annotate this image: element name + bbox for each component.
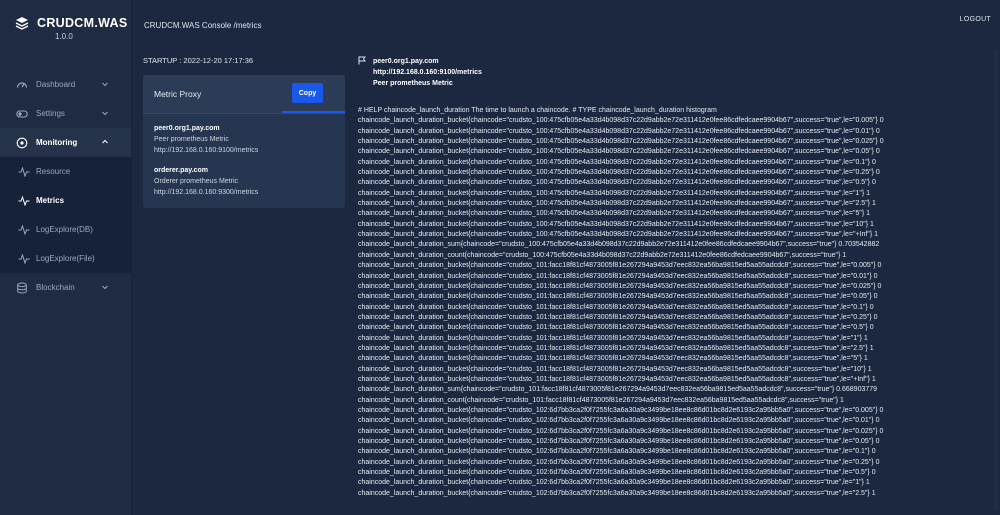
layers-icon [15, 17, 29, 30]
proxy-entry-desc: Orderer prometheus Metric [154, 178, 239, 185]
metric-line: chaincode_launch_duration_bucket{chainco… [358, 200, 876, 208]
proxy-entry-name: orderer.pay.com [154, 167, 208, 174]
proxy-card-header: Metric Proxy Copy [143, 75, 345, 114]
metric-line: chaincode_launch_duration_bucket{chainco… [358, 189, 871, 197]
sidebar-item-label: Settings [36, 109, 65, 118]
copy-button[interactable]: Copy [292, 83, 323, 103]
sub-item-label: LogExplore(File) [36, 254, 95, 263]
activity-icon [18, 195, 30, 206]
proxy-entry-url: http://192.168.0.160:9100/metrics [154, 147, 259, 154]
sidebar-item-blockchain[interactable]: Blockchain [0, 273, 131, 302]
chevron-down-icon [102, 285, 108, 290]
metrics-output: # HELP chaincode_launch_duration The tim… [358, 106, 988, 515]
chevron-down-icon [102, 82, 108, 87]
metric-line: chaincode_launch_duration_bucket{chainco… [358, 427, 884, 435]
metric-line: chaincode_launch_duration_bucket{chainco… [358, 355, 868, 363]
metric-proxy-card: Metric Proxy Copy peer0.org1.pay.com Pee… [143, 75, 345, 208]
activity-icon [18, 166, 30, 177]
sidebar-item-label: Blockchain [36, 283, 75, 292]
proxy-list: peer0.org1.pay.com Peer prometheus Metri… [154, 123, 339, 207]
metric-line: chaincode_launch_duration_bucket{chainco… [358, 262, 882, 270]
metric-line: chaincode_launch_duration_bucket{chainco… [358, 458, 880, 466]
metric-line: chaincode_launch_duration_bucket{chainco… [358, 365, 872, 373]
metric-line: chaincode_launch_duration_bucket{chainco… [358, 231, 878, 239]
sidebar-item-monitoring[interactable]: Monitoring [0, 128, 131, 157]
metric-line: chaincode_launch_duration_sum{chaincode=… [358, 241, 880, 249]
sidebar-item-settings[interactable]: Settings [0, 99, 131, 128]
proxy-entry-desc: Peer prometheus Metric [154, 136, 229, 143]
monitoring-submenu: Resource Metrics LogExplore(DB) LogExplo… [0, 157, 131, 273]
page-title: CRUDCM.WAS Console /metrics [144, 21, 262, 30]
metric-line: chaincode_launch_duration_bucket{chainco… [358, 303, 874, 311]
dashboard-icon [16, 81, 28, 88]
chevron-up-icon [102, 139, 108, 144]
activity-icon [18, 253, 30, 264]
sidebar: CRUDCM.WAS 1.0.0 Dashboard Settings Moni… [0, 0, 132, 515]
metric-line: chaincode_launch_duration_bucket{chainco… [358, 272, 878, 280]
metric-line: chaincode_launch_duration_bucket{chainco… [358, 469, 876, 477]
metric-line: chaincode_launch_duration_count{chaincod… [358, 396, 844, 404]
metric-line: chaincode_launch_duration_bucket{chainco… [358, 489, 876, 497]
metric-line: chaincode_launch_duration_bucket{chainco… [358, 169, 880, 177]
header: CRUDCM.WAS Console /metrics LOGOUT [132, 0, 1000, 40]
sidebar-nav: Dashboard Settings Monitoring Resource M… [0, 70, 131, 302]
metric-line: chaincode_launch_duration_bucket{chainco… [358, 117, 884, 125]
monitor-icon [16, 137, 28, 148]
metric-line: chaincode_launch_duration_bucket{chainco… [358, 448, 876, 456]
proxy-entry-peer[interactable]: peer0.org1.pay.com Peer prometheus Metri… [154, 123, 339, 156]
metric-line: chaincode_launch_duration_bucket{chainco… [358, 148, 880, 156]
sub-item-label: LogExplore(DB) [36, 225, 93, 234]
flag-icon [358, 56, 366, 65]
brand-name: CRUDCM.WAS [37, 16, 128, 30]
metric-line: chaincode_launch_duration_bucket{chainco… [358, 334, 868, 342]
metric-line: chaincode_launch_duration_bucket{chainco… [358, 324, 874, 332]
metric-line: chaincode_launch_duration_bucket{chainco… [358, 210, 871, 218]
target-desc: Peer prometheus Metric [373, 80, 453, 87]
metric-line: chaincode_launch_duration_bucket{chainco… [358, 375, 876, 383]
sidebar-item-logexplore-file[interactable]: LogExplore(File) [0, 244, 131, 273]
sidebar-item-metrics[interactable]: Metrics [0, 186, 131, 215]
sidebar-item-resource[interactable]: Resource [0, 157, 131, 186]
metric-line: chaincode_launch_duration_count{chaincod… [358, 251, 847, 259]
metric-line: chaincode_launch_duration_sum{chaincode=… [358, 386, 878, 394]
metric-line: chaincode_launch_duration_bucket{chainco… [358, 138, 884, 146]
proxy-entry-orderer[interactable]: orderer.pay.com Orderer prometheus Metri… [154, 165, 339, 198]
sidebar-item-label: Dashboard [36, 80, 76, 89]
proxy-card-title: Metric Proxy [154, 89, 202, 99]
sidebar-item-dashboard[interactable]: Dashboard [0, 70, 131, 99]
metric-line: chaincode_launch_duration_bucket{chainco… [358, 282, 882, 290]
metric-line: chaincode_launch_duration_bucket{chainco… [358, 293, 878, 301]
scrollbar[interactable] [994, 50, 998, 510]
activity-icon [18, 224, 30, 235]
tab-indicator [282, 111, 345, 113]
target-name: peer0.org1.pay.com [373, 58, 439, 65]
sidebar-item-label: Monitoring [36, 138, 78, 147]
startup-time: STARTUP : 2022-12-20 17:17:36 [143, 56, 254, 65]
logout-button[interactable]: LOGOUT [960, 16, 991, 23]
sub-item-label: Metrics [36, 196, 65, 205]
brand-version: 1.0.0 [55, 32, 73, 41]
metric-line: chaincode_launch_duration_bucket{chainco… [358, 479, 870, 487]
metric-line: chaincode_launch_duration_bucket{chainco… [358, 220, 874, 228]
metric-line: chaincode_launch_duration_bucket{chainco… [358, 313, 878, 321]
brand[interactable]: CRUDCM.WAS [15, 16, 128, 30]
metric-line: chaincode_launch_duration_bucket{chainco… [358, 158, 876, 166]
proxy-entry-url: http://192.168.0.160:9300/metrics [154, 189, 259, 196]
metric-line: chaincode_launch_duration_bucket{chainco… [358, 179, 876, 187]
target-url: http://192.168.0.160:9100/metrics [373, 69, 482, 76]
metric-line: chaincode_launch_duration_bucket{chainco… [358, 406, 884, 414]
toggle-icon [16, 109, 28, 118]
chevron-down-icon [102, 111, 108, 116]
metric-line: # HELP chaincode_launch_duration The tim… [358, 107, 717, 114]
sub-item-label: Resource [36, 167, 71, 176]
sidebar-item-logexplore-db[interactable]: LogExplore(DB) [0, 215, 131, 244]
metric-line: chaincode_launch_duration_bucket{chainco… [358, 438, 880, 445]
proxy-entry-name: peer0.org1.pay.com [154, 125, 220, 132]
metric-line: chaincode_launch_duration_bucket{chainco… [358, 127, 880, 135]
database-icon [17, 282, 27, 293]
metric-line: chaincode_launch_duration_bucket{chainco… [358, 417, 880, 425]
metric-line: chaincode_launch_duration_bucket{chainco… [358, 344, 874, 352]
